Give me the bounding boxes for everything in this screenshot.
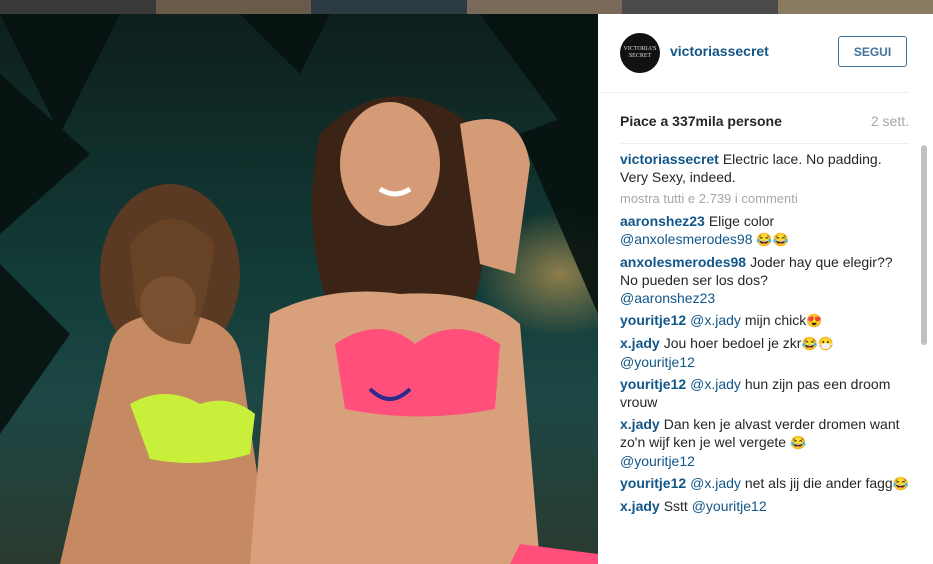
comment-mention[interactable]: @youritje12 [620, 354, 695, 370]
comment-username[interactable]: anxolesmerodes98 [620, 254, 746, 270]
comments-list[interactable]: victoriassecret Electric lace. No padding… [620, 150, 909, 547]
comment-item: aaronshez23 Elige color @anxolesmerodes98… [620, 212, 909, 249]
likes-row: Piace a 337mila persone 2 sett. [620, 113, 909, 133]
comment-emoji: 😍 [806, 313, 823, 328]
follow-button[interactable]: SEGUI [838, 36, 907, 67]
comment-text: Elige color [708, 213, 775, 229]
account-username[interactable]: victoriassecret [670, 43, 769, 59]
comment-emoji: 😂😷 [801, 336, 834, 351]
background-thumbnail-strip [0, 0, 933, 14]
comment-item: youritje12 @x.jady hun zijn pas een droom… [620, 375, 909, 411]
comment-mention[interactable]: @x.jady [690, 312, 741, 328]
likes-count[interactable]: Piace a 337mila persone [620, 113, 782, 129]
comment-username[interactable]: youritje12 [620, 312, 686, 328]
account-avatar[interactable]: VICTORIA'S SECRET [620, 33, 660, 73]
comment-mention[interactable]: @x.jady [690, 376, 741, 392]
comment-text: net als jij die ander fagg [744, 475, 893, 491]
caption-username[interactable]: victoriassecret [620, 151, 719, 167]
comment-username[interactable]: aaronshez23 [620, 213, 705, 229]
comment-username[interactable]: youritje12 [620, 475, 686, 491]
comment-mention[interactable]: @aaronshez23 [620, 290, 715, 306]
comment-emoji: 😂 [892, 476, 909, 491]
comment-text: Jou hoer bedoel je zkr [663, 335, 802, 351]
post-detail-panel: VICTORIA'S SECRET victoriassecret SEGUI … [598, 14, 933, 547]
comment-item: x.jady Jou hoer bedoel je zkr😂😷 @youritje… [620, 334, 909, 371]
comment-username[interactable]: x.jady [620, 335, 660, 351]
post-photo-illustration [0, 14, 598, 564]
comment-item: youritje12 @x.jady net als jij die ander … [620, 474, 909, 493]
panel-bottom-edge [598, 547, 933, 564]
scrollbar-thumb[interactable] [921, 145, 927, 345]
comments-scrollbar[interactable] [915, 145, 929, 545]
view-all-comments-link[interactable]: mostra tutti e 2.739 i commenti [620, 190, 909, 208]
post-caption: victoriassecret Electric lace. No padding… [620, 150, 909, 186]
comment-item: x.jady Dan ken je alvast verder dromen wa… [620, 415, 909, 470]
comment-username[interactable]: x.jady [620, 416, 660, 432]
post-photo[interactable] [0, 14, 598, 564]
comment-mention[interactable]: @anxolesmerodes98 [620, 231, 753, 247]
post-age[interactable]: 2 sett. [871, 113, 909, 129]
post-header: VICTORIA'S SECRET victoriassecret SEGUI [598, 14, 909, 93]
comment-item: x.jady Sstt @youritje12 [620, 497, 909, 515]
comment-mention[interactable]: @youritje12 [620, 453, 695, 469]
comment-text: mijn chick [744, 312, 807, 328]
comment-text: Sstt [663, 498, 688, 514]
comment-username[interactable]: youritje12 [620, 376, 686, 392]
comment-item: anxolesmerodes98 Joder hay que elegir?? N… [620, 253, 909, 307]
divider [620, 143, 909, 144]
comment-mention[interactable]: @youritje12 [692, 498, 767, 514]
comment-text: Dan ken je alvast verder dromen want zo'… [620, 416, 900, 450]
comment-item: youritje12 @x.jady mijn chick😍 [620, 311, 909, 330]
avatar-logo-text: VICTORIA'S SECRET [623, 46, 657, 59]
comment-emoji: 😂😂 [756, 232, 789, 247]
comment-emoji: 😂 [789, 435, 807, 450]
comment-username[interactable]: x.jady [620, 498, 660, 514]
comment-mention[interactable]: @x.jady [690, 475, 741, 491]
